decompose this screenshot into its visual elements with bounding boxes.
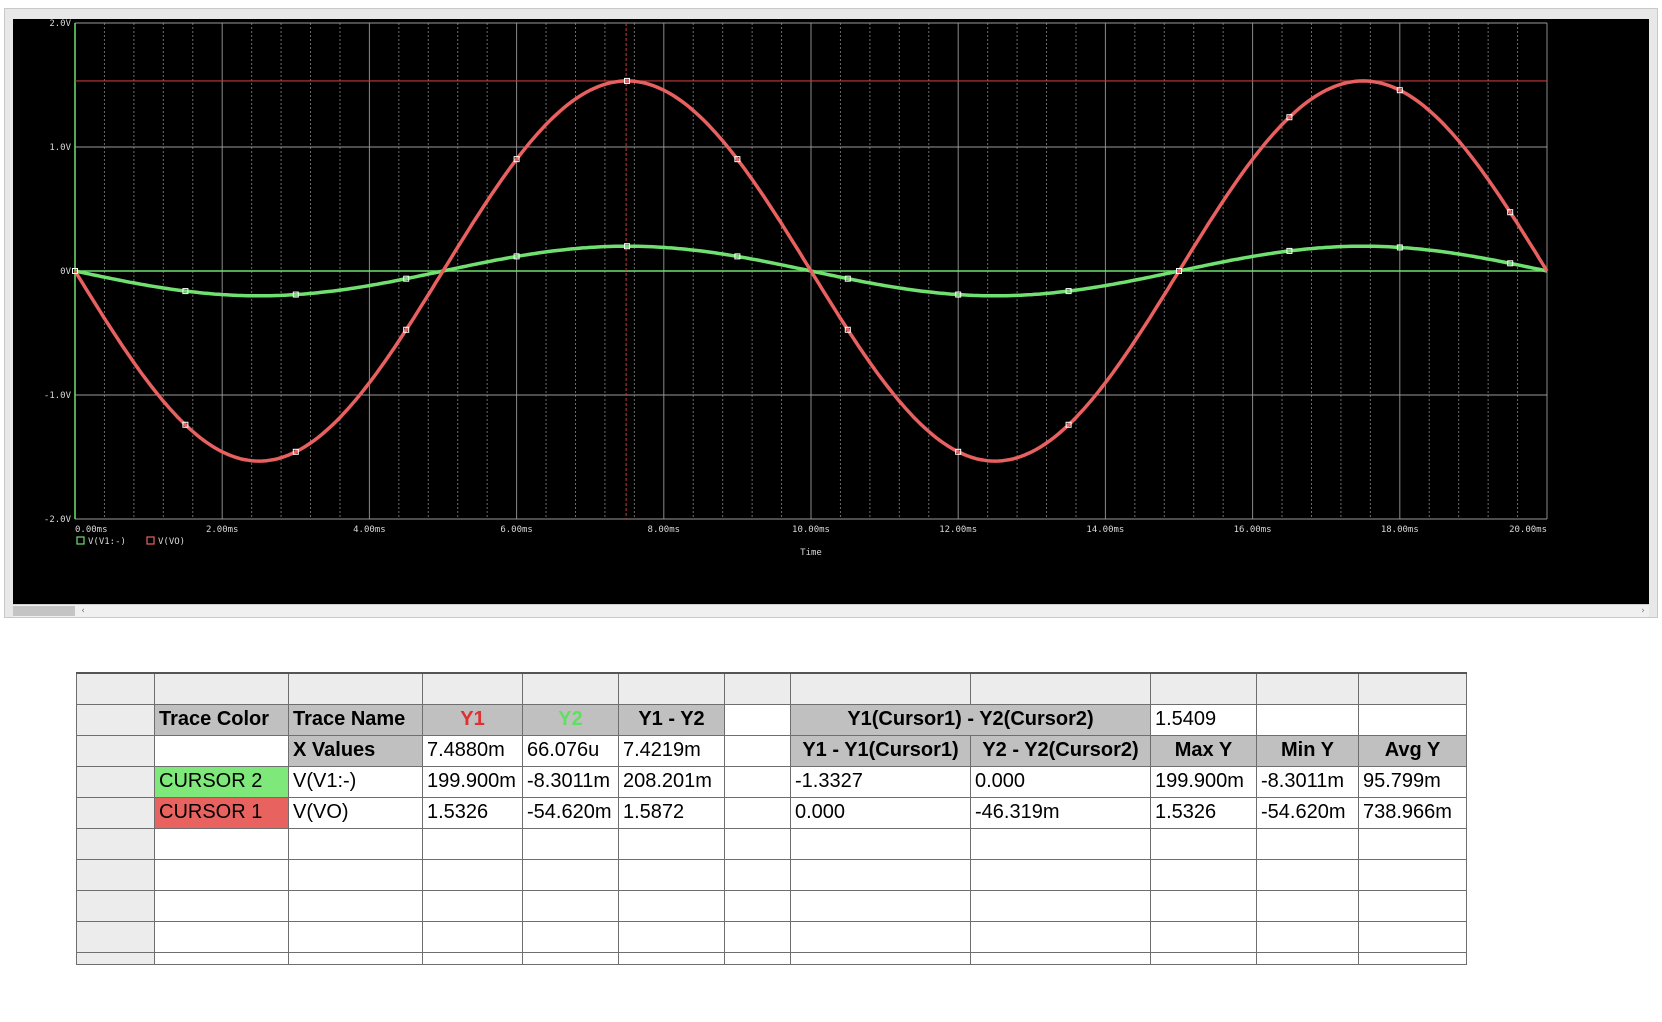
x-tick-label: 20.00ms xyxy=(1509,525,1547,535)
y1-minus-y2-value: 208.201m xyxy=(618,765,725,798)
cursor-diff-value: 1.5409 xyxy=(1150,703,1257,736)
plot-area[interactable]: 2.0V 1.0V 0V -1.0V -2.0V 0.00ms 2.00ms 4.00ms 6.… xyxy=(13,19,1649,604)
header-cursor-diff: Y1(Cursor1) - Y2(Cursor2) xyxy=(790,703,1151,736)
table-row[interactable]: CURSOR 1 V(VO) 1.5326 -54.620m 1.5872 0.… xyxy=(76,796,1467,829)
y2-value: -8.3011m xyxy=(522,765,619,798)
x-value-diff: 7.4219m xyxy=(618,734,725,767)
x-value-y2: 66.076u xyxy=(522,734,619,767)
waveform-plot[interactable]: 2.0V 1.0V 0V -1.0V -2.0V0.00ms 2.00ms 4.00ms 6.… xyxy=(13,19,1649,604)
min-y-value: -54.620m xyxy=(1256,796,1359,829)
y-tick-label: -1.0V xyxy=(44,391,72,401)
x-axis-label: Time xyxy=(800,548,822,558)
y2-cursor2-value: -46.319m xyxy=(970,796,1151,829)
y-tick-label: 0V xyxy=(60,267,71,277)
y2-cursor2-value: 0.000 xyxy=(970,765,1151,798)
empty-row xyxy=(76,920,1467,953)
y-tick-label: -2.0V xyxy=(44,515,72,525)
x-tick-label: 10.00ms xyxy=(792,525,830,535)
row-header[interactable] xyxy=(76,703,155,736)
trace-color-cursor1[interactable]: CURSOR 1 xyxy=(154,796,289,829)
x-tick-label: 6.00ms xyxy=(500,525,533,535)
table-header-row: Trace Color Trace Name Y1 Y2 Y1 - Y2 Y1(… xyxy=(76,703,1467,736)
row-header[interactable] xyxy=(76,920,155,953)
header-y2: Y2 xyxy=(522,703,619,736)
y-tick-label: 1.0V xyxy=(49,143,71,153)
x-tick-label: 16.00ms xyxy=(1234,525,1272,535)
row-header[interactable] xyxy=(76,858,155,891)
max-y-value: 199.900m xyxy=(1150,765,1257,798)
plot-window: 2.0V 1.0V 0V -1.0V -2.0V 0.00ms 2.00ms 4.00ms 6.… xyxy=(4,8,1658,618)
scroll-right-arrow-icon[interactable]: › xyxy=(1637,605,1649,617)
empty-row xyxy=(76,858,1467,891)
header-y1-minus-y2: Y1 - Y2 xyxy=(618,703,725,736)
spacer-cell xyxy=(724,734,791,767)
scrollbar-thumb[interactable] xyxy=(13,606,75,616)
scroll-left-arrow-icon[interactable]: ‹ xyxy=(77,605,89,617)
x-tick-label: 18.00ms xyxy=(1381,525,1419,535)
empty-row xyxy=(76,951,1467,965)
header-max-y: Max Y xyxy=(1150,734,1257,767)
y-tick-label: 2.0V xyxy=(49,19,71,29)
y1-cursor1-value: 0.000 xyxy=(790,796,971,829)
row-header[interactable] xyxy=(76,734,155,767)
x-tick-label: 4.00ms xyxy=(353,525,386,535)
avg-y-value: 95.799m xyxy=(1358,765,1467,798)
legend-marker-vo-icon xyxy=(146,536,155,545)
spacer-cell xyxy=(724,703,791,736)
header-y2-cursor2: Y2 - Y2(Cursor2) xyxy=(970,734,1151,767)
table-row[interactable]: CURSOR 2 V(V1:-) 199.900m -8.3011m 208.2… xyxy=(76,765,1467,798)
empty-row xyxy=(76,889,1467,922)
header-trace-name: Trace Name xyxy=(288,703,423,736)
x-tick-label: 14.00ms xyxy=(1086,525,1124,535)
legend-label-vo: V(VO) xyxy=(158,537,185,547)
x-tick-label: 8.00ms xyxy=(648,525,681,535)
x-tick-label: 0.00ms xyxy=(75,525,108,535)
row-header[interactable] xyxy=(76,796,155,829)
max-y-value: 1.5326 xyxy=(1150,796,1257,829)
trace-name: V(VO) xyxy=(288,796,423,829)
y1-minus-y2-value: 1.5872 xyxy=(618,796,725,829)
horizontal-scrollbar[interactable]: ‹ › xyxy=(13,604,1649,617)
x-values-row: X Values 7.4880m 66.076u 7.4219m Y1 - Y1… xyxy=(76,734,1467,767)
min-y-value: -8.3011m xyxy=(1256,765,1359,798)
header-y1-cursor1: Y1 - Y1(Cursor1) xyxy=(790,734,971,767)
legend-marker-v1-icon xyxy=(76,536,85,545)
row-header[interactable] xyxy=(76,765,155,798)
spacer-cell xyxy=(724,796,791,829)
column-header-row xyxy=(76,672,1467,705)
header-trace-color: Trace Color xyxy=(154,703,289,736)
header-avg-y: Avg Y xyxy=(1358,734,1467,767)
trace-name: V(V1:-) xyxy=(288,765,423,798)
header-min-y: Min Y xyxy=(1256,734,1359,767)
trace-color-cursor2[interactable]: CURSOR 2 xyxy=(154,765,289,798)
header-y1: Y1 xyxy=(422,703,523,736)
spacer-cell xyxy=(724,765,791,798)
row-header[interactable] xyxy=(76,827,155,860)
y1-value: 199.900m xyxy=(422,765,523,798)
row-header[interactable] xyxy=(76,951,155,965)
x-value-y1: 7.4880m xyxy=(422,734,523,767)
corner-cell[interactable] xyxy=(76,672,155,705)
cursor-table: Trace Color Trace Name Y1 Y2 Y1 - Y2 Y1(… xyxy=(76,672,1467,965)
row-header[interactable] xyxy=(76,889,155,922)
x-tick-label: 12.00ms xyxy=(939,525,977,535)
header-x-values: X Values xyxy=(288,734,423,767)
y2-value: -54.620m xyxy=(522,796,619,829)
y1-value: 1.5326 xyxy=(422,796,523,829)
x-tick-label: 2.00ms xyxy=(206,525,239,535)
avg-y-value: 738.966m xyxy=(1358,796,1467,829)
empty-row xyxy=(76,827,1467,860)
y1-cursor1-value: -1.3327 xyxy=(790,765,971,798)
legend-label-v1: V(V1:-) xyxy=(88,537,126,547)
